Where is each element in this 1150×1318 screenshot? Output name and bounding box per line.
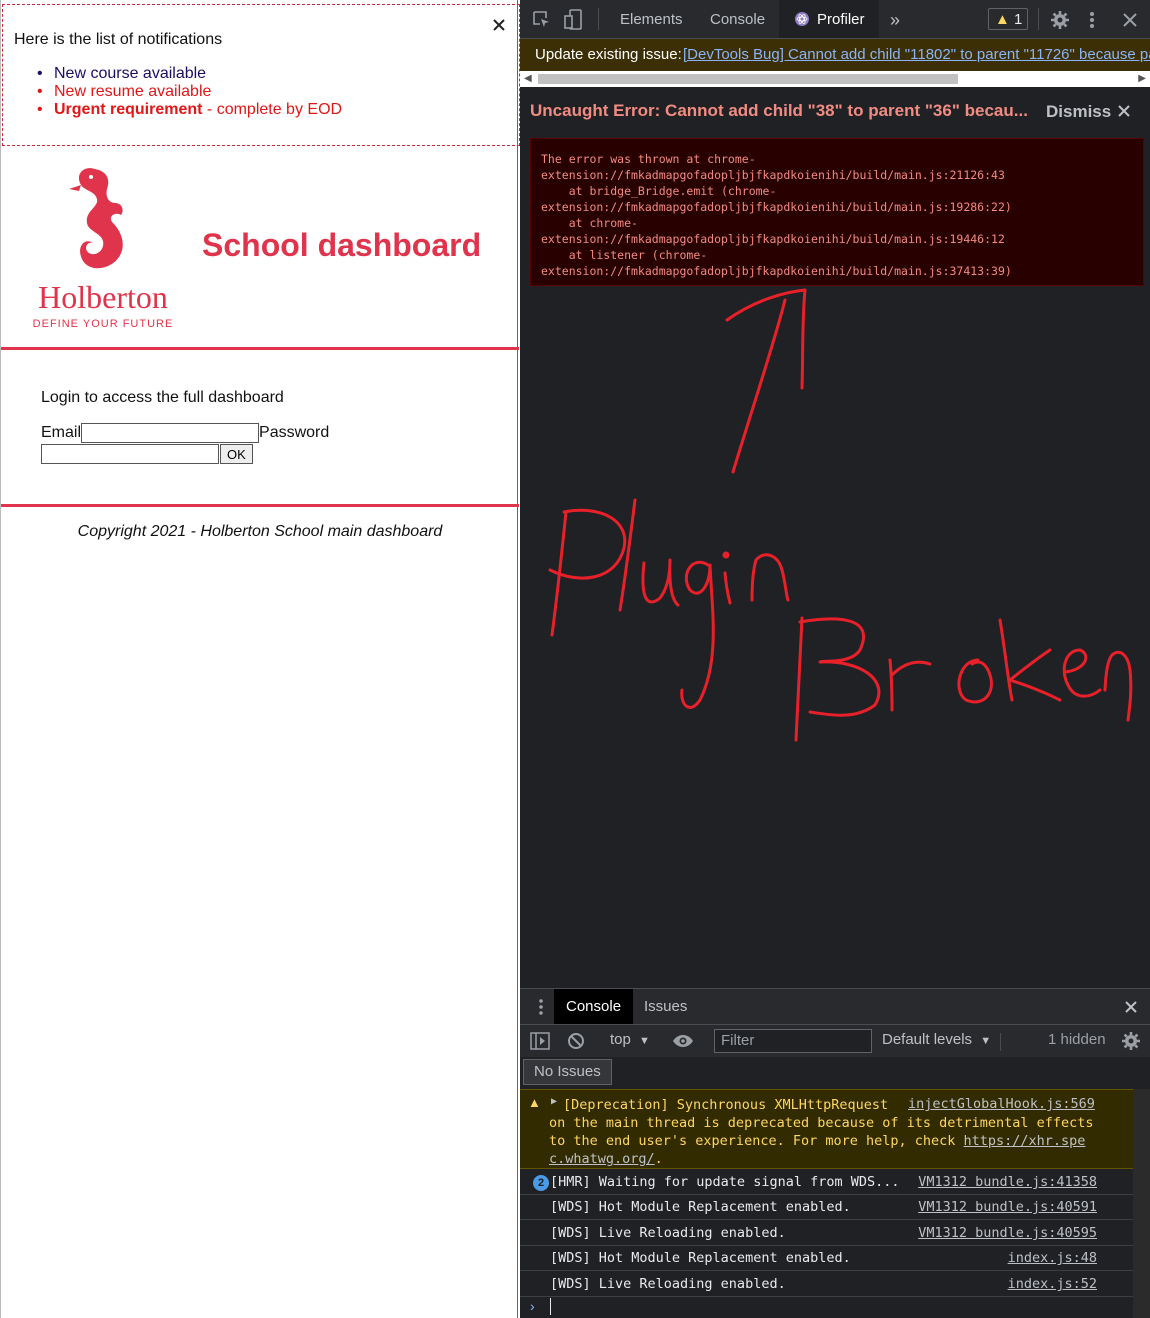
log-levels-value: Default levels — [882, 1031, 973, 1048]
login-row: OK — [41, 444, 253, 464]
handwritten-annotation — [548, 288, 1133, 742]
page-title: School dashboard — [202, 227, 482, 263]
log-row: [WDS] Hot Module Replacement enabled. in… — [520, 1246, 1133, 1271]
log-message: [WDS] Hot Module Replacement enabled. — [550, 1250, 851, 1266]
urgent-label: Urgent requirement — [54, 101, 203, 118]
close-icon[interactable] — [491, 17, 507, 33]
context-select[interactable]: top ▼ — [610, 1031, 650, 1048]
chevron-down-icon: ▼ — [639, 1035, 650, 1047]
password-label: Password — [259, 424, 330, 441]
drawer-tab-console[interactable]: Console — [554, 989, 634, 1025]
filter-input[interactable]: Filter — [714, 1029, 872, 1053]
password-field[interactable] — [41, 444, 219, 464]
sidebar-toggle-icon[interactable] — [530, 1032, 550, 1050]
hidden-count: 1 hidden — [1048, 1031, 1106, 1048]
vertical-scrollbar[interactable] — [1133, 1089, 1150, 1318]
notification-item-urgent: Urgent requirement - complete by EOD — [37, 101, 343, 119]
chevron-down-icon: ▼ — [980, 1035, 992, 1047]
console-toolbar: top ▼ Filter Default levels ▼ 1 hidden — [520, 1024, 1150, 1057]
expand-triangle-icon[interactable]: ▶ — [551, 1096, 557, 1107]
log-source[interactable]: VM1312 bundle.js:40591 — [918, 1199, 1097, 1215]
log-source[interactable]: VM1312 bundle.js:41358 — [918, 1174, 1097, 1190]
urgent-detail: - complete by EOD — [202, 101, 343, 118]
log-message: [WDS] Live Reloading enabled. — [550, 1225, 786, 1241]
log-message: [WDS] Live Reloading enabled. — [550, 1276, 786, 1292]
app-window: Here is the list of notifications New co… — [0, 0, 520, 1318]
warning-end: . — [654, 1151, 663, 1167]
console-prompt-icon: › — [530, 1298, 535, 1314]
log-row: [WDS] Live Reloading enabled. index.js:5… — [520, 1272, 1133, 1297]
holberton-logo: Holberton DEFINE YOUR FUTURE — [33, 168, 174, 330]
log-message: [HMR] Waiting for update signal from WDS… — [550, 1174, 900, 1190]
context-value: top — [610, 1031, 631, 1048]
devtools-panel: Elements Console Profiler » ▲ 1 Update e… — [520, 0, 1150, 1318]
email-field[interactable] — [81, 423, 260, 443]
console-input[interactable] — [550, 1298, 551, 1315]
warning-message-rest: on the main thread is deprecated because… — [549, 1114, 1109, 1168]
close-drawer-icon[interactable] — [1124, 1000, 1138, 1014]
console-settings-icon[interactable] — [1121, 1031, 1141, 1051]
app-header: Holberton DEFINE YOUR FUTURE School dash… — [1, 147, 519, 350]
no-issues-button[interactable]: No Issues — [523, 1059, 612, 1085]
log-source[interactable]: VM1312 bundle.js:40595 — [918, 1225, 1097, 1241]
warning-source[interactable]: injectGlobalHook.js:569 — [908, 1096, 1095, 1112]
login-section: Login to access the full dashboard Email… — [1, 350, 519, 507]
notification-item: New course available — [37, 65, 342, 83]
email-label: Email — [41, 424, 82, 441]
notifications-list: New course available New resume availabl… — [37, 65, 343, 119]
clear-console-icon[interactable] — [567, 1032, 585, 1050]
log-row: [WDS] Hot Module Replacement enabled. VM… — [520, 1195, 1133, 1220]
log-message: [WDS] Hot Module Replacement enabled. — [550, 1199, 851, 1215]
logo-text: Holberton — [38, 279, 168, 315]
footer-text: Copyright 2021 - Holberton School main d… — [77, 523, 443, 540]
notification-item: New resume available — [37, 83, 342, 101]
repeat-count-badge: 2 — [533, 1175, 549, 1191]
warning-message: [Deprecation] Synchronous XMLHttpRequest — [563, 1097, 889, 1113]
warning-icon: ▲ — [528, 1095, 541, 1110]
log-row: 2 [HMR] Waiting for update signal from W… — [520, 1170, 1133, 1195]
eye-icon[interactable] — [672, 1033, 694, 1049]
notifications-panel: Here is the list of notifications New co… — [2, 4, 520, 146]
drawer-menu-icon[interactable] — [538, 998, 544, 1016]
notifications-title: Here is the list of notifications — [14, 31, 223, 48]
log-levels-select[interactable]: Default levels ▼ — [882, 1031, 991, 1048]
login-prompt: Login to access the full dashboard — [41, 389, 284, 406]
console-warning: ▲ ▶ [Deprecation] Synchronous XMLHttpReq… — [520, 1089, 1133, 1169]
log-source[interactable]: index.js:48 — [1008, 1250, 1097, 1266]
drawer-tab-issues[interactable]: Issues — [644, 989, 687, 1025]
log-row: [WDS] Live Reloading enabled. VM1312 bun… — [520, 1221, 1133, 1246]
log-source[interactable]: index.js:52 — [1008, 1276, 1097, 1292]
login-row: Email Password — [41, 423, 329, 443]
issues-bar: No Issues — [520, 1057, 1150, 1087]
ok-button[interactable]: OK — [220, 444, 253, 464]
logo-tagline: DEFINE YOUR FUTURE — [33, 318, 174, 330]
drawer-tabbar: Console Issues — [520, 988, 1150, 1025]
